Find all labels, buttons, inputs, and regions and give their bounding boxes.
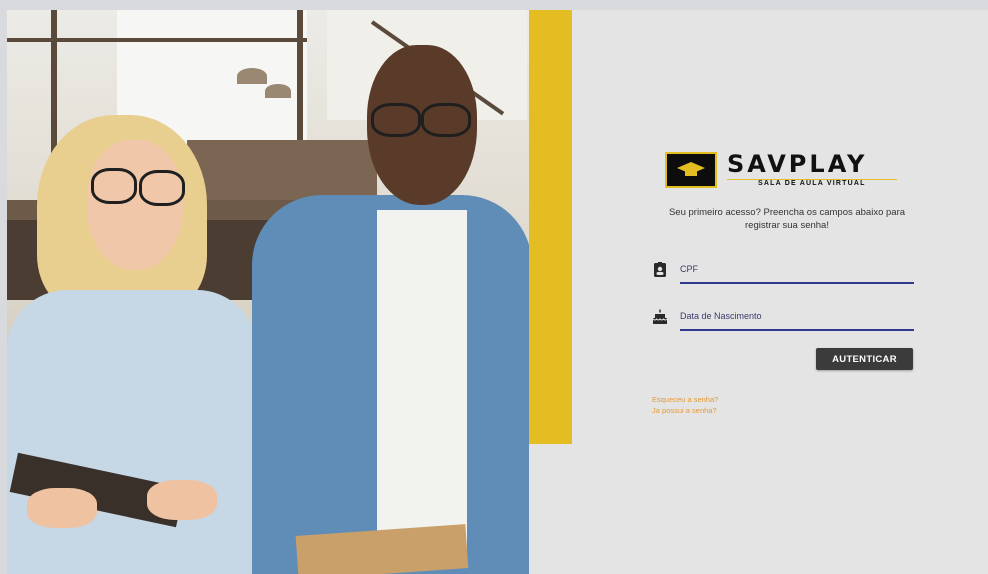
glasses-icon: [91, 168, 137, 204]
graduation-cap-icon: [665, 152, 717, 188]
cpf-label: CPF: [680, 264, 698, 274]
woman-hand: [147, 480, 217, 520]
cpf-underline: [680, 282, 914, 284]
birthdate-underline: [680, 329, 914, 331]
man-tee: [377, 210, 467, 550]
authenticate-button[interactable]: AUTENTICAR: [816, 348, 913, 370]
intro-text: Seu primeiro acesso? Preencha os campos …: [668, 207, 906, 231]
accent-bar: [529, 10, 572, 444]
page-frame: SAVPLAY SALA DE AULA VIRTUAL Seu primeir…: [7, 10, 988, 574]
login-panel: SAVPLAY SALA DE AULA VIRTUAL Seu primeir…: [572, 10, 988, 574]
birthdate-label: Data de Nascimento: [680, 311, 762, 321]
glasses-icon: [421, 103, 471, 137]
cake-icon: [652, 309, 668, 325]
pendant-lamp: [265, 84, 291, 98]
cpf-field[interactable]: CPF: [652, 258, 914, 284]
glasses-icon: [139, 170, 185, 206]
forgot-password-link[interactable]: Esqueceu a senha?: [652, 395, 718, 404]
savplay-logo: SAVPLAY SALA DE AULA VIRTUAL: [665, 150, 905, 192]
woman-hand: [27, 488, 97, 528]
brand-title: SAVPLAY: [727, 150, 868, 178]
birthdate-field[interactable]: Data de Nascimento: [652, 305, 914, 331]
stair-step: [187, 140, 377, 200]
pendant-lamp: [237, 68, 267, 84]
woman-shirt: [7, 290, 257, 574]
hero-photo: [7, 10, 529, 574]
glasses-icon: [371, 103, 421, 137]
brand-subtitle: SALA DE AULA VIRTUAL: [758, 180, 866, 187]
has-password-link[interactable]: Ja possui a senha?: [652, 406, 717, 415]
id-badge-icon: [652, 262, 668, 278]
